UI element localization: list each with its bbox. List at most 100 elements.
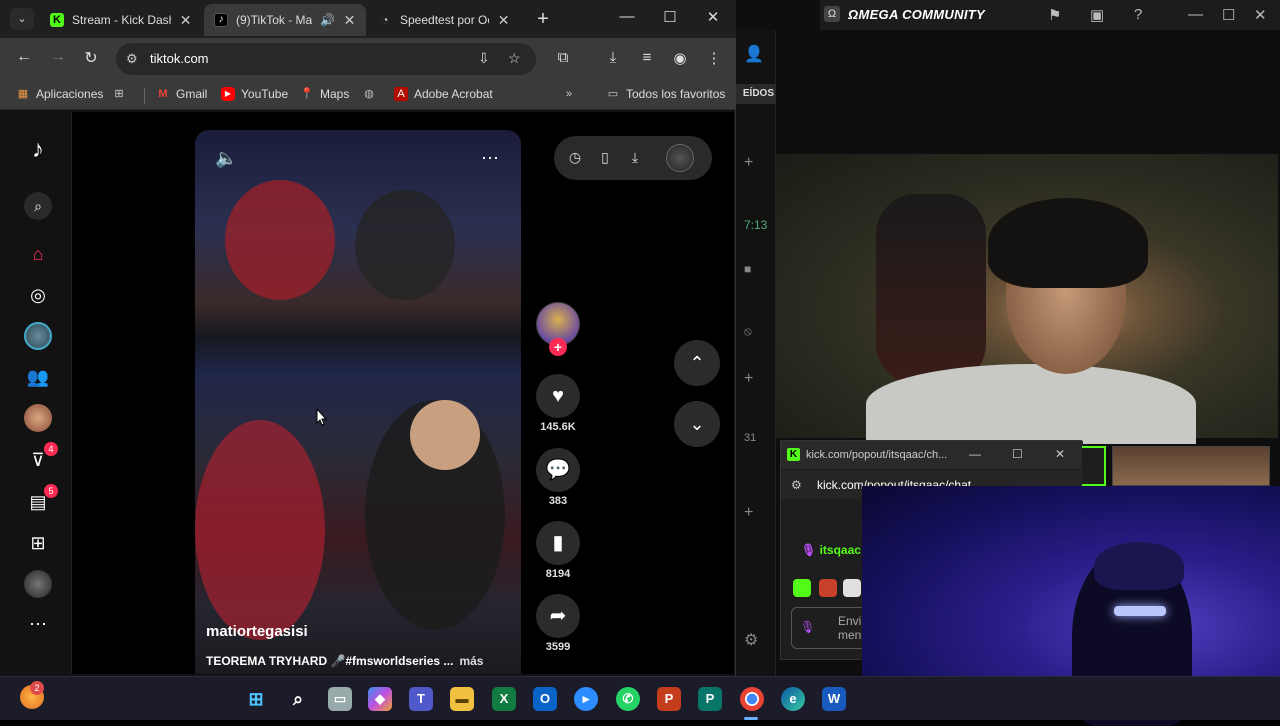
site-info-icon[interactable]: ⚙ (126, 51, 138, 67)
bookmark-star-icon[interactable]: ☆ (508, 50, 521, 67)
address-bar[interactable]: ⚙ tiktok.com ⇩ ☆ (116, 43, 536, 75)
close-tab-icon[interactable]: ✕ (497, 12, 510, 29)
tab-tiktok[interactable]: ♪ (9)TikTok - Mak 🔊 ✕ (204, 4, 366, 36)
upload-icon[interactable]: ⊞ (24, 529, 52, 557)
floating-avatar[interactable] (666, 144, 694, 172)
forward-button[interactable]: → (47, 48, 69, 66)
task-view-icon[interactable]: ▭ (328, 687, 352, 711)
profile-avatar[interactable] (24, 570, 52, 598)
bookmark-youtube[interactable]: ▶ YouTube (221, 87, 288, 101)
copilot-icon[interactable]: ◆ (368, 687, 392, 711)
bookmark-apps[interactable]: ▦ Aplicaciones (16, 87, 104, 101)
whatsapp-icon[interactable]: ✆ (616, 687, 640, 711)
close-tab-icon[interactable]: ✕ (179, 12, 192, 29)
phone-icon[interactable]: ▯ (596, 149, 614, 166)
close-tab-icon[interactable]: ✕ (343, 12, 356, 29)
messages-icon[interactable]: ▤ 5 (24, 484, 58, 516)
minimize-button[interactable]: — (1188, 6, 1203, 23)
chrome-icon[interactable] (740, 687, 764, 711)
close-window-button[interactable]: ✕ (1254, 6, 1267, 24)
maximize-button[interactable]: ☐ (1222, 6, 1235, 24)
url-text[interactable]: tiktok.com (150, 51, 209, 66)
bookmark-adobe[interactable]: A Adobe Acrobat (394, 87, 493, 101)
emote-icon[interactable] (793, 579, 811, 597)
webcam-thumbnail[interactable] (1112, 446, 1270, 486)
bookmarks-overflow-button[interactable]: » (562, 87, 576, 101)
help-icon[interactable]: ? (1134, 6, 1142, 23)
maximize-button[interactable]: ☐ (1012, 447, 1023, 461)
bookmark-globe[interactable]: ◍ (362, 87, 376, 101)
share-button[interactable]: ➦ 3599 (536, 594, 580, 653)
edge-icon[interactable]: e (781, 687, 805, 711)
download-icon[interactable]: ⤓ (626, 149, 644, 166)
search-icon[interactable]: ⌕ (286, 687, 310, 711)
extensions-icon[interactable]: ⧉ (552, 49, 574, 66)
comment-button[interactable]: 💬 383 (536, 448, 580, 507)
plus-icon[interactable]: + (744, 504, 753, 522)
tab-kick-dashboard[interactable]: K Stream - Kick Dashb ✕ (40, 4, 202, 36)
speaker-icon[interactable]: 🔊 (320, 13, 335, 27)
more-menu-icon[interactable]: ⋮ (703, 49, 725, 67)
inbox-icon[interactable]: ⊽ 4 (24, 442, 58, 474)
bookmark-maps[interactable]: 📍 Maps (300, 87, 349, 101)
more-link[interactable]: más (459, 654, 483, 668)
video-author[interactable]: matiortegasisi (206, 623, 308, 640)
word-icon[interactable]: W (822, 687, 846, 711)
tab-search-button[interactable]: ⌄ (10, 8, 34, 30)
next-video-button[interactable]: ⌄ (674, 401, 720, 447)
windows-start-icon[interactable]: ⊞ (244, 687, 268, 711)
plus-icon[interactable]: + (744, 154, 753, 172)
downloads-icon[interactable]: ⤓ (602, 49, 624, 66)
friends-icon[interactable]: 👥 (24, 363, 52, 391)
teams-icon[interactable]: T (409, 687, 433, 711)
camera-icon[interactable]: ■ (744, 262, 751, 276)
settings-gear-icon[interactable]: ⚙ (744, 630, 758, 650)
file-explorer-icon[interactable]: ▬ (450, 687, 474, 711)
profile-avatar-icon[interactable]: ◉ (669, 49, 691, 67)
flag-icon[interactable]: ⚑ (1048, 6, 1061, 24)
tab-speedtest[interactable]: ◔ Speedtest por Ookl ✕ (368, 4, 520, 36)
powerpoint-icon[interactable]: P (657, 687, 681, 711)
outlook-icon[interactable]: O (533, 687, 557, 711)
like-button[interactable]: ♥ 145.6K (536, 374, 580, 433)
live-avatar-icon[interactable] (24, 404, 52, 432)
video-frame-figure (225, 180, 335, 300)
reload-button[interactable]: ↻ (80, 48, 102, 68)
site-settings-icon[interactable]: ⚙ (791, 478, 802, 492)
follow-button[interactable]: + (549, 338, 567, 356)
all-bookmarks-folder[interactable]: ▭ Todos los favoritos (606, 87, 726, 101)
save-button[interactable]: ▮ 8194 (536, 521, 580, 580)
close-window-button[interactable]: ✕ (698, 8, 728, 26)
publisher-icon[interactable]: P (698, 687, 722, 711)
maximize-button[interactable]: ☐ (655, 8, 685, 26)
add-user-icon[interactable]: 👤 (744, 44, 764, 64)
install-app-icon[interactable]: ⇩ (478, 50, 490, 67)
video-more-icon[interactable]: ⋯ (481, 148, 499, 169)
tiktok-logo-icon[interactable]: ♪ (24, 136, 52, 164)
chat-username[interactable]: itsqaac (820, 543, 861, 557)
emote-icon[interactable] (843, 579, 861, 597)
home-icon[interactable]: ⌂ (24, 240, 52, 268)
plus-icon[interactable]: + (744, 370, 753, 388)
emote-icon[interactable] (819, 579, 837, 597)
previous-video-button[interactable]: ⌃ (674, 340, 720, 386)
speed-icon[interactable]: ◷ (566, 149, 584, 166)
mic-off-icon[interactable]: ⦸ (744, 324, 752, 339)
new-tab-button[interactable]: + (532, 8, 554, 30)
explore-compass-icon[interactable]: ◎ (24, 281, 52, 309)
bookmark-gmail[interactable]: M Gmail (156, 87, 207, 101)
more-dots-icon[interactable]: ⋯ (24, 610, 52, 638)
excel-icon[interactable]: X (492, 687, 516, 711)
video-player[interactable]: 🔈 ⋯ matiortegasisi TEOREMA TRYHARD 🎤#fms… (195, 130, 521, 674)
bookmark-tab-groups[interactable]: ⊞ (112, 87, 126, 101)
close-button[interactable]: ✕ (1055, 447, 1065, 461)
media-control-icon[interactable]: ≡ (636, 49, 658, 66)
back-button[interactable]: ← (13, 48, 35, 66)
following-avatar-icon[interactable] (24, 322, 52, 350)
minimize-button[interactable]: — (969, 447, 981, 461)
search-icon[interactable]: ⌕ (24, 192, 52, 220)
mute-icon[interactable]: 🔈 (215, 148, 237, 169)
minimize-button[interactable]: — (612, 8, 642, 25)
zoom-icon[interactable]: ▸ (574, 687, 598, 711)
inbox-tray-icon[interactable]: ▣ (1090, 6, 1104, 24)
